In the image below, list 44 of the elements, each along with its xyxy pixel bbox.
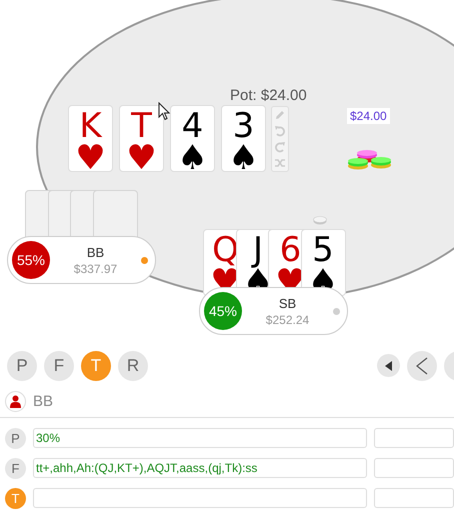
undo-icon[interactable] (274, 125, 286, 137)
triangle-left-icon (384, 360, 392, 370)
player-name: SB (278, 296, 296, 310)
chevron-left-icon (416, 356, 428, 374)
back-button[interactable] (407, 350, 437, 380)
range-field[interactable] (33, 488, 367, 508)
card-suit: ♥ (75, 144, 106, 172)
player-name: BB (33, 392, 54, 410)
pot-label: Pot: $24.00 (230, 87, 307, 104)
card-rank: 5 (312, 232, 334, 268)
card-rank: T (131, 108, 152, 144)
stack-amount: $252.24 (266, 312, 310, 326)
chip-stack-icon (347, 148, 393, 172)
chip-icon (313, 216, 327, 225)
step-back-button[interactable] (377, 354, 400, 377)
card-rank: 6 (280, 232, 302, 268)
person-icon (10, 394, 21, 408)
stack-amount: $337.97 (74, 262, 118, 276)
card-rank: K (79, 108, 102, 144)
player-name: BB (86, 244, 104, 260)
range-field[interactable]: 30% (33, 428, 367, 448)
input-field[interactable] (374, 428, 454, 448)
card-suit: ♠ (228, 144, 259, 172)
range-field[interactable]: tt+,ahh,Ah:(QJ,KT+),AQJT,aass,(qj,Tk):ss (33, 458, 367, 478)
card-rank: 4 (182, 108, 204, 144)
card-suit: ♠ (177, 144, 208, 172)
equity-badge: 45% (204, 292, 242, 330)
bet-amount: $24.00 (347, 108, 390, 124)
street-tab[interactable]: R (118, 350, 148, 380)
street-badge: T (5, 488, 26, 508)
input-field[interactable] (374, 458, 454, 478)
card-rank: 3 (232, 108, 254, 144)
street-badge: P (5, 428, 26, 448)
redo-icon[interactable] (274, 141, 286, 153)
input-field[interactable] (374, 488, 454, 508)
card-rank: Q (212, 232, 239, 268)
street-badge: F (5, 458, 26, 478)
street-tab[interactable]: P (7, 350, 37, 380)
card-rank: J (252, 232, 264, 268)
pencil-icon[interactable] (274, 109, 286, 121)
shuffle-icon[interactable] (274, 157, 286, 169)
street-tab[interactable]: F (44, 350, 74, 380)
card-suit: ♥ (126, 144, 157, 172)
equity-badge: 55% (12, 241, 50, 279)
